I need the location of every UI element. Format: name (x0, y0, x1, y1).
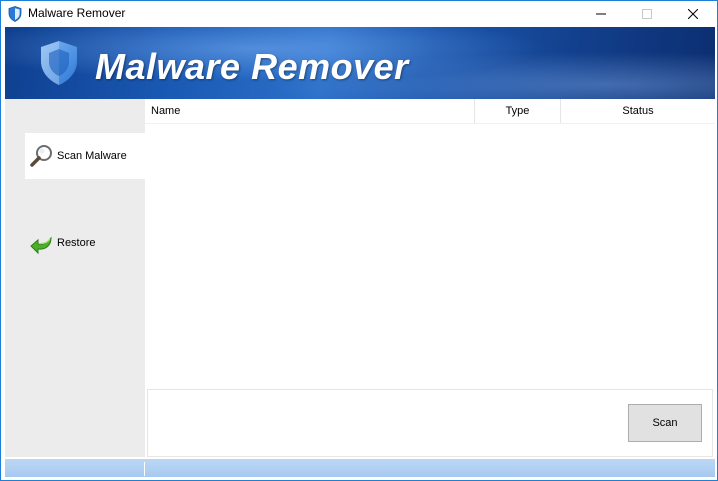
minimize-button[interactable] (578, 1, 624, 27)
results-list[interactable]: Name Type Status (145, 99, 715, 389)
window-bottom-edge (1, 477, 717, 480)
list-header: Name Type Status (145, 99, 715, 124)
column-header-type[interactable]: Type (475, 99, 561, 123)
magnifier-icon (30, 145, 52, 167)
app-window: Malware Remover Malware Remover Scan Mal… (0, 0, 718, 481)
column-header-status[interactable]: Status (561, 99, 715, 123)
column-header-name[interactable]: Name (145, 99, 475, 123)
shield-icon (8, 6, 22, 22)
window-title: Malware Remover (28, 6, 126, 20)
sidebar-item-restore[interactable]: Restore (25, 220, 145, 266)
banner-title: Malware Remover (95, 46, 409, 87)
status-divider (144, 462, 145, 476)
sidebar-item-label: Restore (57, 237, 96, 249)
status-bar (5, 459, 715, 477)
minimize-icon (596, 13, 606, 15)
scan-button[interactable]: Scan (628, 404, 702, 442)
close-icon (688, 9, 698, 19)
sidebar-item-label: Scan Malware (57, 150, 127, 162)
restore-arrow-icon (30, 236, 52, 255)
maximize-icon (642, 9, 652, 19)
maximize-button[interactable] (624, 1, 670, 27)
header-banner: Malware Remover (5, 27, 715, 99)
shield-icon (41, 41, 77, 85)
sidebar-item-scan-malware[interactable]: Scan Malware (25, 133, 145, 179)
action-panel: Scan (147, 389, 713, 457)
sidebar: Scan Malware Restore (5, 99, 145, 457)
close-button[interactable] (670, 1, 716, 27)
title-bar[interactable]: Malware Remover (1, 1, 717, 27)
